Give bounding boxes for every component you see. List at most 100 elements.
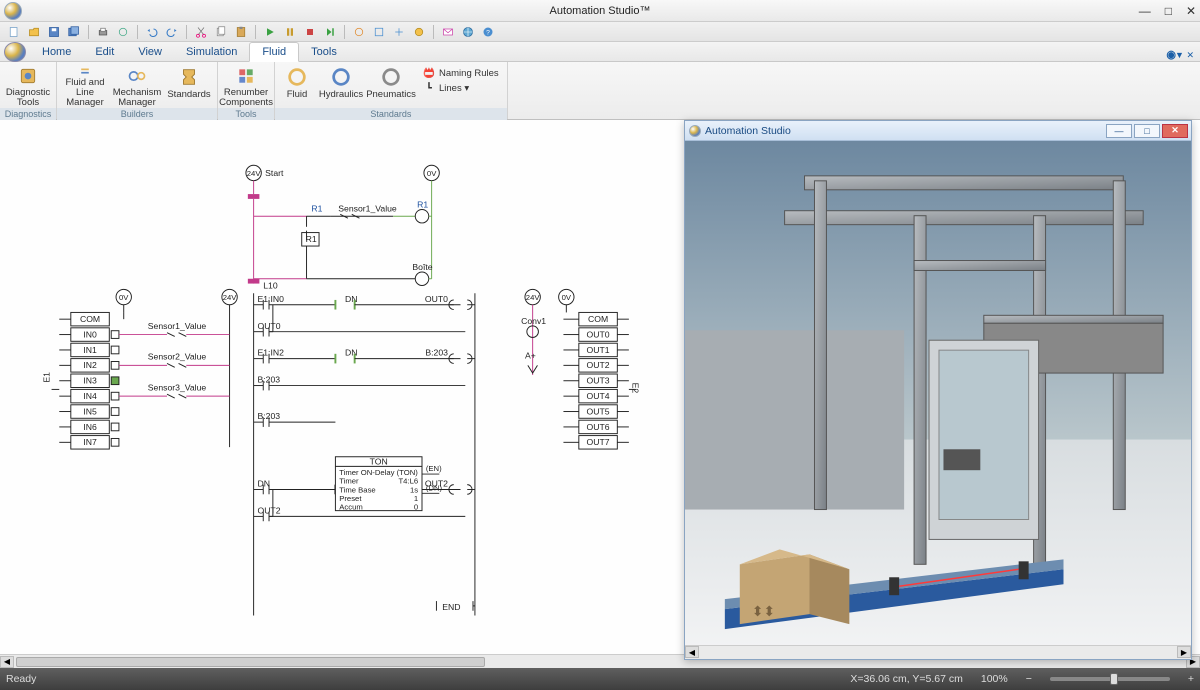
qat-undo-icon[interactable] [144,24,160,40]
status-ready: Ready [6,673,36,685]
svg-text:IN3: IN3 [83,376,97,386]
svg-text:IN6: IN6 [83,422,97,432]
viewer-title-bar[interactable]: Automation Studio — □ ✕ [685,121,1191,141]
group-label: Standards [275,108,507,120]
svg-text:0V: 0V [119,293,129,302]
minimize-button[interactable]: — [1139,4,1151,18]
btn-label: Fluid [287,90,308,100]
quick-access-toolbar: ? [0,22,1200,42]
hydraulics-std-button[interactable]: Hydraulics [319,64,363,108]
btn-label: Mechanism Manager [113,88,162,108]
ribbon-group-diagnostics: Diagnostic Tools Diagnostics [0,62,57,119]
qat-paste-icon[interactable] [233,24,249,40]
qat-new-icon[interactable] [6,24,22,40]
tab-simulation[interactable]: Simulation [174,43,249,61]
viewer-3d-body[interactable]: ⬍⬍ [685,141,1191,645]
qat-stop-icon[interactable] [302,24,318,40]
status-bar: Ready X=36.06 cm, Y=5.67 cm 100% − + [0,668,1200,690]
standards-button[interactable]: Standards [165,64,213,108]
diagnostic-tools-button[interactable]: Diagnostic Tools [4,64,52,108]
ribbon-group-standards: Fluid Hydraulics Pneumatics 📛Naming Rule… [275,62,508,119]
svg-text:Sensor2_Value: Sensor2_Value [148,352,207,362]
svg-text:E2: E2 [631,383,641,394]
svg-text:Boîte: Boîte [412,262,432,272]
svg-text:0V: 0V [427,169,437,178]
renumber-components-button[interactable]: Renumber Components [222,64,270,108]
qat-redo-icon[interactable] [164,24,180,40]
svg-text:(DN): (DN) [426,483,443,492]
svg-text:1: 1 [414,494,418,503]
svg-text:OUT1: OUT1 [587,345,610,355]
svg-text:OUT4: OUT4 [587,391,610,401]
mechanism-manager-button[interactable]: Mechanism Manager [113,64,161,108]
zoom-in-button[interactable]: + [1188,673,1194,685]
qat-help-icon[interactable]: ? [480,24,496,40]
qat-mail-icon[interactable] [440,24,456,40]
viewer-3d-window[interactable]: Automation Studio — □ ✕ [684,120,1192,660]
fluid-line-manager-button[interactable]: Fluid and Line Manager [61,64,109,108]
fluid-std-button[interactable]: Fluid [279,64,315,108]
lines-dropdown[interactable]: ┗Lines ▾ [419,81,503,95]
zoom-out-button[interactable]: − [1026,673,1032,685]
viewer-min-button[interactable]: — [1106,124,1132,138]
scroll-left-icon[interactable]: ◀ [0,656,14,668]
window-controls: — □ ✕ [1139,4,1196,18]
svg-text:E1:IN0: E1:IN0 [257,294,284,304]
viewer-close-button[interactable]: ✕ [1162,124,1188,138]
ribbon-group-tools: Renumber Components Tools [218,62,275,119]
file-menu-button[interactable] [4,42,26,62]
qat-tool2-icon[interactable] [371,24,387,40]
viewer-scroll-left-icon[interactable]: ◀ [685,646,699,658]
svg-text:B:203: B:203 [425,348,448,358]
svg-text:⬍⬍: ⬍⬍ [752,603,775,619]
qat-step-icon[interactable] [322,24,338,40]
group-label: Builders [57,108,217,120]
svg-text:Timer ON-Delay (TON): Timer ON-Delay (TON) [339,468,418,477]
qat-preview-icon[interactable] [115,24,131,40]
qat-tool4-icon[interactable] [411,24,427,40]
svg-text:Timer: Timer [339,477,359,486]
ribbon: Diagnostic Tools Diagnostics Fluid and L… [0,62,1200,120]
svg-text:0: 0 [414,503,418,512]
tab-edit[interactable]: Edit [83,43,126,61]
viewer-scroll-right-icon[interactable]: ▶ [1177,646,1191,658]
svg-text:Conv1: Conv1 [521,316,546,326]
ribbon-collapse-icon[interactable]: ▼ ✕ [1175,50,1194,61]
close-button[interactable]: ✕ [1186,4,1196,18]
qat-globe-icon[interactable] [460,24,476,40]
tab-home[interactable]: Home [30,43,83,61]
svg-text:COM: COM [80,314,100,324]
qat-tool1-icon[interactable] [351,24,367,40]
qat-pause-icon[interactable] [282,24,298,40]
qat-copy-icon[interactable] [213,24,229,40]
svg-text:0V: 0V [562,293,572,302]
viewer-scrollbar[interactable]: ◀ ▶ [685,645,1191,659]
svg-text:E1: E1 [42,372,52,383]
viewer-app-icon [689,125,701,137]
svg-text:L10: L10 [263,280,278,290]
maximize-button[interactable]: □ [1165,4,1172,18]
qat-play-icon[interactable] [262,24,278,40]
tab-view[interactable]: View [126,43,174,61]
qat-cut-icon[interactable] [193,24,209,40]
qat-saveall-icon[interactable] [66,24,82,40]
qat-open-icon[interactable] [26,24,42,40]
svg-text:OUT0: OUT0 [425,294,448,304]
title-bar: Automation Studio™ — □ ✕ [0,0,1200,22]
pneumatics-std-button[interactable]: Pneumatics [367,64,415,108]
naming-rules-button[interactable]: 📛Naming Rules [419,66,503,80]
viewer-max-button[interactable]: □ [1134,124,1160,138]
qat-print-icon[interactable] [95,24,111,40]
qat-tool3-icon[interactable] [391,24,407,40]
svg-text:Preset: Preset [339,494,362,503]
svg-text:COM: COM [588,314,608,324]
svg-text:OUT0: OUT0 [587,329,610,339]
tab-fluid[interactable]: Fluid [249,42,299,62]
zoom-slider[interactable] [1050,677,1170,681]
svg-text:(EN): (EN) [426,464,442,473]
svg-text:OUT7: OUT7 [587,437,610,447]
qat-save-icon[interactable] [46,24,62,40]
svg-text:IN7: IN7 [83,437,97,447]
tab-tools[interactable]: Tools [299,43,349,61]
status-zoom: 100% [981,673,1008,685]
